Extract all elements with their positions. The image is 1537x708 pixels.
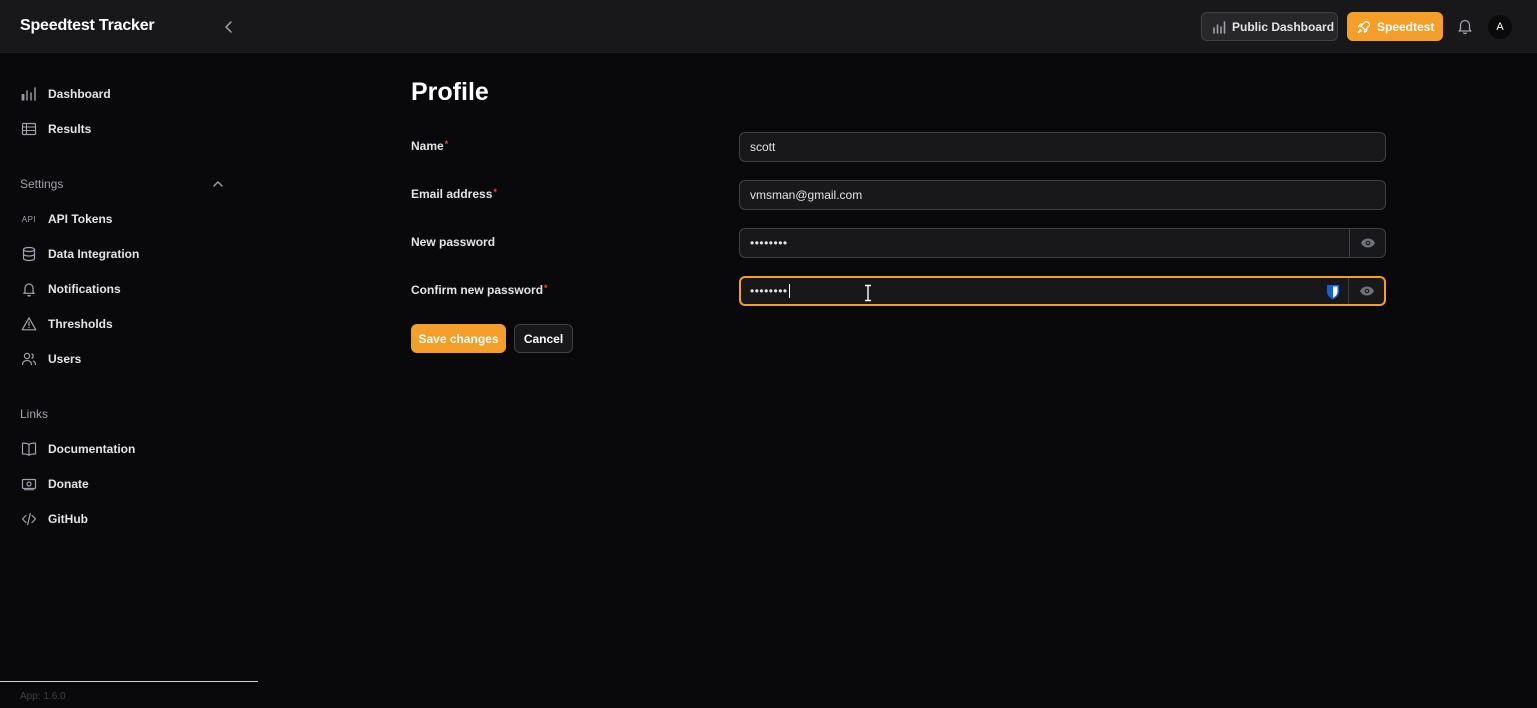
rocket-icon	[1357, 20, 1371, 33]
code-icon	[20, 510, 38, 528]
required-mark: *	[544, 283, 548, 293]
sidebar-item-label: Data Integration	[48, 247, 140, 261]
sidebar-item-label: Documentation	[48, 442, 136, 456]
sidebar-item-label: API Tokens	[48, 212, 113, 226]
name-label-text: Name	[411, 139, 444, 153]
bitwarden-shield-icon[interactable]	[1326, 284, 1340, 300]
sidebar-item-label: Users	[48, 352, 82, 366]
required-mark: *	[444, 139, 449, 149]
sidebar-item-data-integration[interactable]: Data Integration	[20, 242, 139, 266]
api-icon: API	[21, 214, 37, 224]
avatar[interactable]: A	[1488, 15, 1512, 39]
sidebar-item-thresholds[interactable]: Thresholds	[20, 312, 113, 336]
table-icon	[20, 120, 38, 138]
chevron-left-icon	[225, 21, 232, 33]
sidebar-item-label: GitHub	[48, 512, 88, 526]
text-cursor-icon	[865, 284, 871, 302]
collapse-sidebar-button[interactable]	[218, 16, 240, 38]
eye-icon	[1359, 286, 1374, 296]
links-group-label: Links	[20, 407, 49, 421]
sidebar-item-label: Notifications	[48, 282, 121, 296]
database-icon	[20, 245, 38, 263]
sidebar-item-documentation[interactable]: Documentation	[20, 437, 135, 461]
cancel-button[interactable]: Cancel	[514, 324, 573, 353]
sidebar-item-label: Dashboard	[48, 87, 111, 101]
text-caret	[788, 284, 790, 298]
new-password-field[interactable]: ••••••••	[739, 228, 1386, 258]
save-changes-button[interactable]: Save changes	[411, 324, 506, 353]
sidebar-item-label: Thresholds	[48, 317, 113, 331]
money-icon	[20, 475, 38, 493]
sidebar-item-notifications[interactable]: Notifications	[20, 277, 121, 301]
page-title: Profile	[411, 78, 489, 106]
confirm-password-label: Confirm new password*	[411, 283, 548, 297]
bar-chart-icon	[20, 85, 38, 103]
bell-icon	[20, 280, 38, 298]
email-value: vmsman@gmail.com	[750, 188, 863, 202]
sidebar-item-results[interactable]: Results	[20, 117, 91, 141]
warning-icon	[20, 315, 38, 333]
confirm-password-value: ••••••••	[750, 284, 788, 298]
confirm-password-label-text: Confirm new password	[411, 283, 544, 297]
email-label: Email address*	[411, 187, 497, 201]
sidebar-item-label: Donate	[48, 477, 89, 491]
public-dashboard-button[interactable]: Public Dashboard	[1201, 12, 1338, 41]
new-password-value: ••••••••	[750, 236, 788, 250]
speedtest-button[interactable]: Speedtest	[1347, 12, 1443, 41]
email-label-text: Email address	[411, 187, 493, 201]
settings-group-label: Settings	[20, 177, 64, 191]
bell-icon[interactable]	[1456, 17, 1474, 35]
toggle-new-password-visibility-button[interactable]	[1349, 229, 1385, 257]
sidebar-item-dashboard[interactable]: Dashboard	[20, 82, 111, 106]
bar-chart-icon	[1213, 20, 1226, 34]
chevron-up-icon[interactable]	[211, 177, 225, 191]
name-field[interactable]: scott	[739, 132, 1386, 162]
new-password-label: New password	[411, 235, 496, 249]
sidebar-divider	[0, 681, 258, 682]
name-label: Name*	[411, 139, 448, 153]
sidebar-item-github[interactable]: GitHub	[20, 507, 88, 531]
sidebar: Dashboard Results Settings API API Token…	[0, 53, 258, 708]
eye-icon	[1360, 238, 1375, 248]
sidebar-item-users[interactable]: Users	[20, 347, 81, 371]
app-title: Speedtest Tracker	[20, 17, 155, 34]
name-value: scott	[750, 140, 776, 154]
users-icon	[20, 350, 38, 368]
required-mark: *	[493, 187, 497, 197]
sidebar-item-donate[interactable]: Donate	[20, 472, 89, 496]
email-field[interactable]: vmsman@gmail.com	[739, 180, 1386, 210]
sidebar-item-label: Results	[48, 122, 92, 136]
public-dashboard-label: Public Dashboard	[1232, 19, 1335, 34]
speedtest-label: Speedtest	[1377, 19, 1435, 34]
toggle-confirm-password-visibility-button[interactable]	[1348, 278, 1384, 304]
top-bar: Speedtest Tracker Public Dashboard Speed…	[0, 0, 1537, 53]
app-version: App: 1.6.0	[20, 691, 66, 702]
book-icon	[20, 440, 38, 458]
confirm-password-field[interactable]: ••••••••	[739, 276, 1386, 306]
sidebar-item-api-tokens[interactable]: API API Tokens	[20, 207, 113, 231]
